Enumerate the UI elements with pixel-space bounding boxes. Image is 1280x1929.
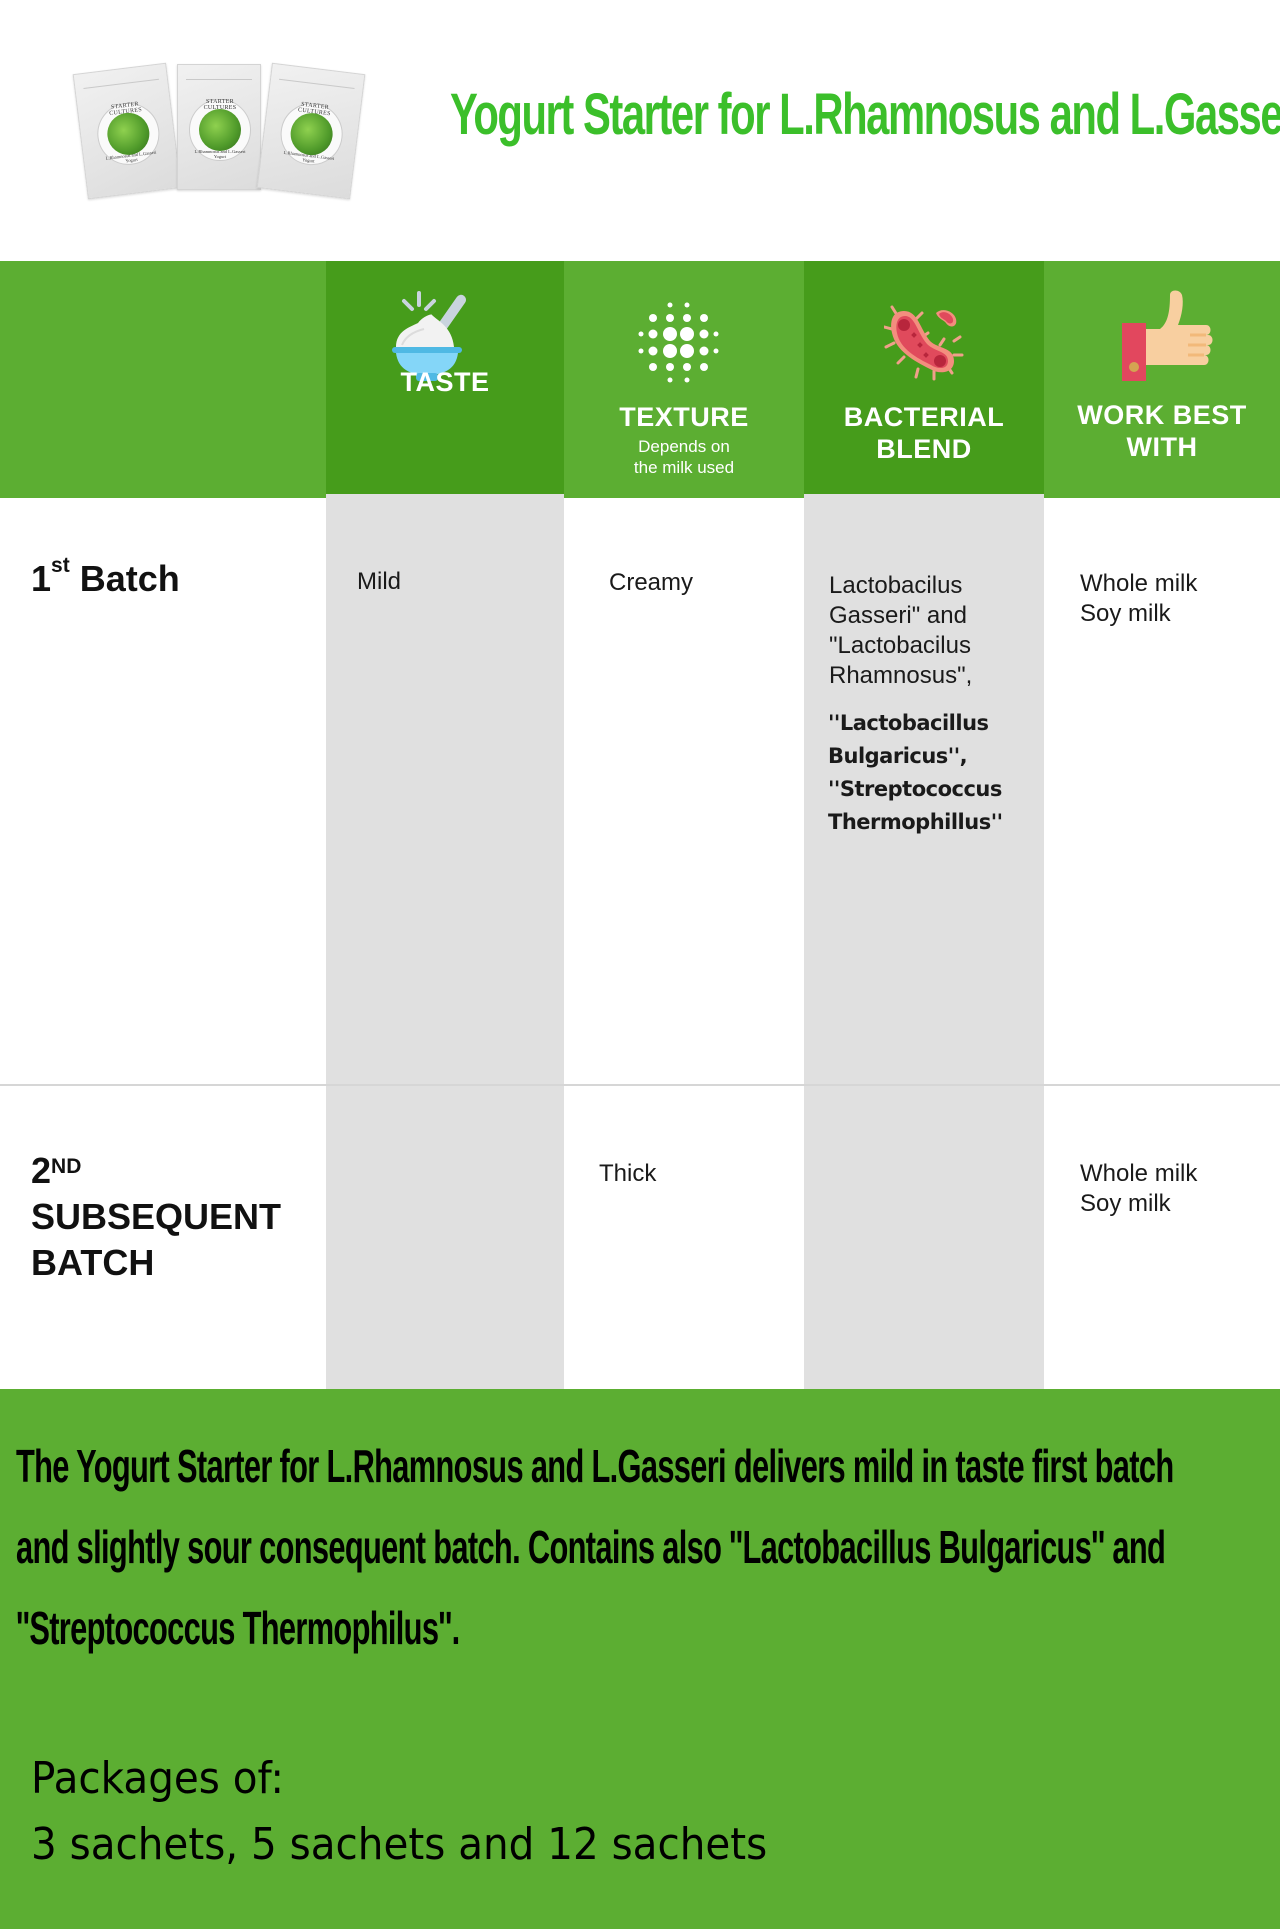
sachet-image: STARTER CULTURES L.Rhamnosus and L.Gasse… — [72, 62, 182, 200]
bacteria-icon — [884, 305, 964, 381]
row-label-text: Batch — [69, 558, 180, 599]
row-label-text: BATCH — [31, 1242, 155, 1283]
row-label-text: SUBSEQUENT — [31, 1196, 282, 1237]
milk-type: Soy milk — [1080, 600, 1171, 627]
bacteria-line-bold: Thermophillus'' — [828, 810, 1003, 834]
bacteria-line: Rhamnosus", — [829, 662, 973, 689]
page-title: Yogurt Starter for L.Rhamnosus and L.Gas… — [450, 82, 1280, 147]
packages-info: Packages of: 3 sachets, 5 sachets and 12… — [31, 1746, 767, 1878]
bacteria-line: Lactobacilus — [829, 572, 963, 599]
sachet-image: STARTER CULTURES L.Rhamnosus and L.Gasse… — [177, 64, 261, 190]
sachet-label-bottom: L.Rhamnosus and L.Gasseri Yogurt — [194, 149, 246, 159]
cell-work-best-with-subsequent-batch: Whole milk Soy milk — [1080, 1159, 1197, 1219]
column-sublabel-texture-2: the milk used — [633, 458, 735, 477]
column-sublabel-texture-1: Depends on — [638, 437, 730, 456]
cell-texture-first-batch: Creamy — [609, 569, 694, 596]
milk-type: Whole milk — [1080, 570, 1198, 597]
column-label-work-best-with-1: WORK BEST — [1077, 400, 1247, 430]
summary-line: and slightly sour consequent batch. Cont… — [16, 1521, 1166, 1573]
row-label-number: 2 — [31, 1150, 52, 1191]
summary-line: The Yogurt Starter for L.Rhamnosus and L… — [16, 1440, 1174, 1492]
milk-type: Whole milk — [1080, 1160, 1198, 1187]
bacteria-line-bold: ''Lactobacillus — [828, 711, 989, 735]
packages-value: 3 sachets, 5 sachets and 12 sachets — [31, 1819, 768, 1870]
cell-taste-first-batch: Mild — [357, 568, 402, 595]
row-label-subsequent-batch: 2ND SUBSEQUENT BATCH — [31, 1148, 281, 1286]
texture-dots-icon — [638, 302, 719, 383]
column-header-work-best-with: WORK BEST WITH — [1044, 261, 1280, 498]
bacteria-line: Gasseri" and — [829, 602, 967, 629]
column-label-work-best-with-2: WITH — [1126, 432, 1198, 462]
product-image: STARTER CULTURES L.Rhamnosus and L.Gasse… — [60, 40, 430, 240]
column-label-bacterial-blend-1: BACTERIAL — [843, 402, 1005, 432]
bacteria-line-bold: Bulgaricus'', — [828, 744, 968, 768]
cell-bacterial-blend-first-batch: Lactobacilus Gasseri" and "Lactobacilus … — [829, 571, 972, 691]
bacteria-line-bold: ''Streptococcus — [828, 777, 1002, 801]
hero-section: STARTER CULTURES L.Rhamnosus and L.Gasse… — [0, 0, 1280, 261]
cell-texture-subsequent-batch: Thick — [599, 1160, 657, 1187]
milk-type: Soy milk — [1080, 1190, 1171, 1217]
column-label-taste: TASTE — [400, 367, 490, 397]
packages-label: Packages of: — [31, 1753, 284, 1804]
thumbs-up-icon — [1122, 290, 1213, 381]
cell-bacterial-blend-first-batch-extra: ''Lactobacillus Bulgaricus'', ''Streptoc… — [828, 707, 1003, 839]
column-label-texture: TEXTURE — [619, 402, 749, 432]
row-label-number: 1 — [31, 558, 52, 599]
taste-column-shading — [326, 494, 564, 1389]
row-label-ordinal: ND — [51, 1155, 82, 1178]
bacteria-line: "Lactobacilus — [829, 632, 971, 659]
product-summary: The Yogurt Starter for L.Rhamnosus and L… — [16, 1426, 1174, 1669]
sachet-image: STARTER CULTURES L.Rhamnosus and L.Gasse… — [256, 62, 366, 200]
row-divider — [0, 1084, 1280, 1086]
column-header-taste: TASTE — [326, 261, 564, 494]
row-label-first-batch: 1st Batch — [31, 554, 180, 600]
column-header-bacterial-blend: BACTERIAL BLEND — [804, 261, 1044, 494]
summary-line: ''Streptococcus Thermophilus''. — [16, 1602, 460, 1654]
row-label-ordinal: st — [51, 554, 70, 577]
cell-work-best-with-first-batch: Whole milk Soy milk — [1080, 569, 1197, 629]
sachet-label-bottom: L.Rhamnosus and L.Gasseri Yogurt — [105, 149, 157, 164]
column-label-bacterial-blend-2: BLEND — [876, 434, 972, 464]
sachet-label-top: STARTER CULTURES — [203, 99, 237, 111]
column-header-texture: TEXTURE Depends on the milk used — [564, 261, 804, 494]
